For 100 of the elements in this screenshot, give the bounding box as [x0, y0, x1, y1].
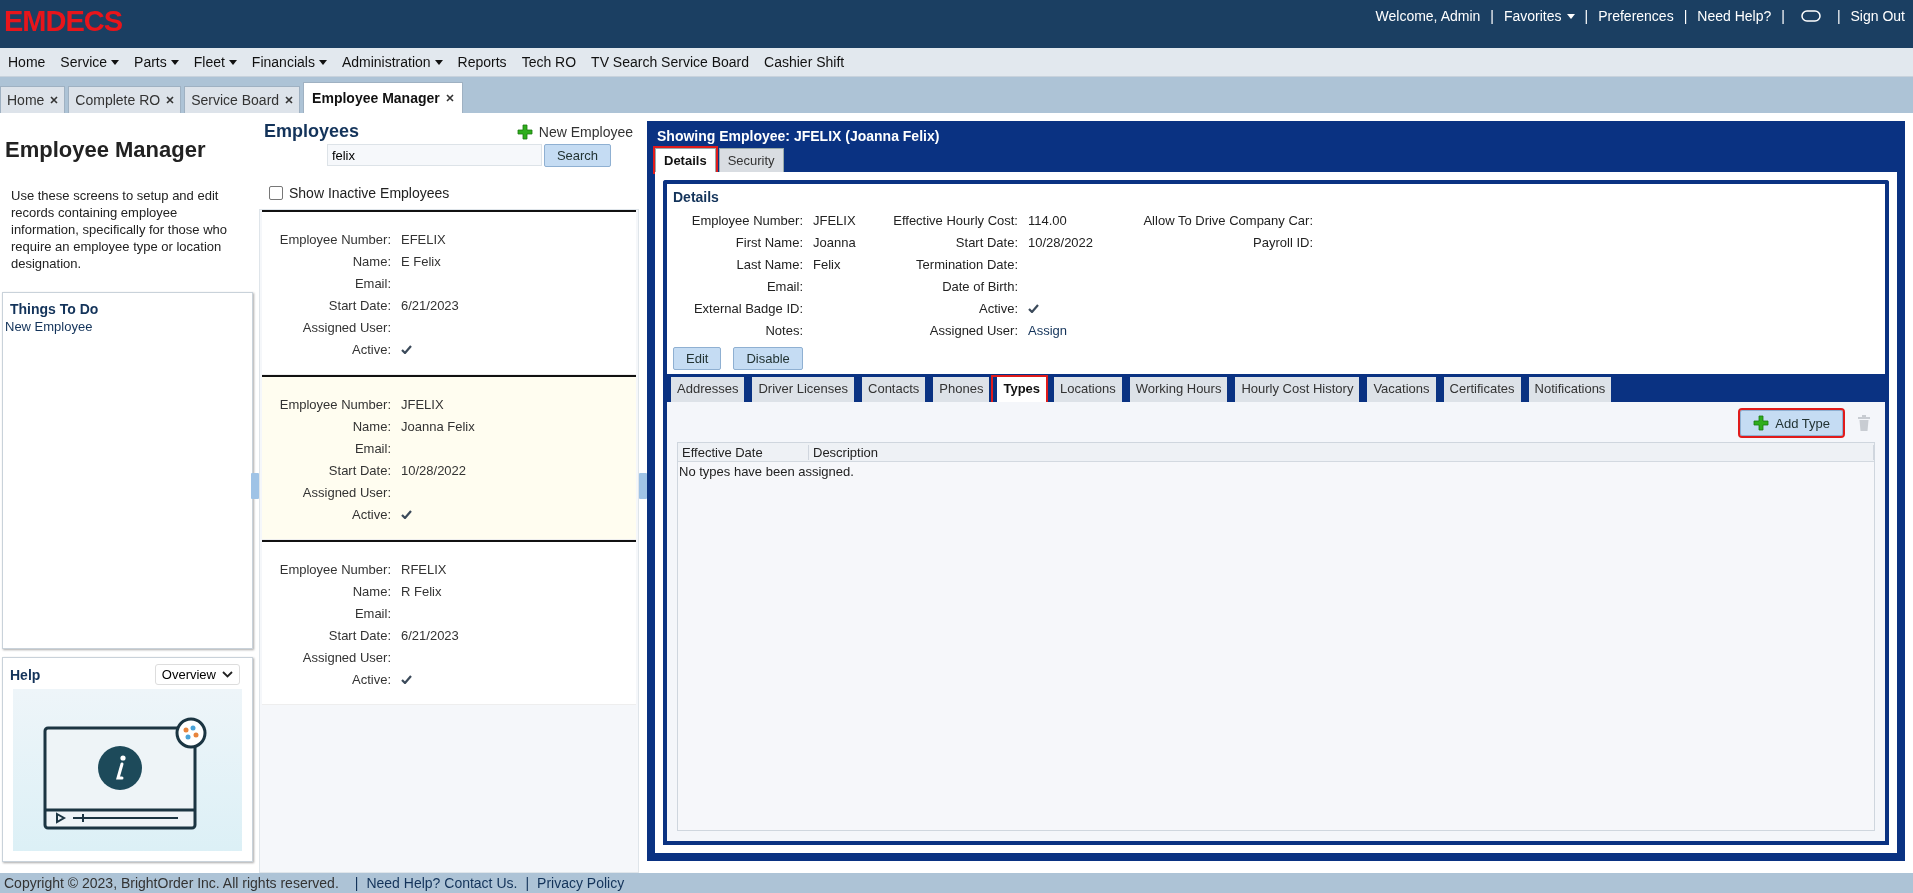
menu-item[interactable]: Service — [60, 54, 120, 70]
todo-link[interactable]: New Employee — [3, 319, 93, 334]
page-tab[interactable]: Employee Manager — [303, 82, 463, 113]
page-tab[interactable]: Complete RO — [68, 86, 182, 113]
separator: | — [1781, 8, 1785, 24]
search-field[interactable]: felix — [326, 144, 542, 166]
page-title: Employee Manager — [4, 137, 207, 163]
field-label: Name: — [351, 253, 392, 269]
column-header[interactable]: Effective Date — [678, 444, 809, 460]
empty-message: No types have been assigned. — [678, 463, 855, 479]
field-label: Start Date: — [327, 297, 392, 313]
field-label: Employee Number: — [278, 561, 392, 577]
checkbox-label: Show Inactive Employees — [289, 185, 450, 201]
field-label: Email: — [353, 440, 392, 456]
field-label: Email: — [353, 275, 392, 291]
field-label: Active: — [351, 341, 392, 357]
separator: | — [1584, 8, 1589, 24]
menu-item[interactable]: Cashier Shift — [764, 54, 845, 70]
field-label: Assigned User: — [301, 649, 392, 665]
field-label: Employee Number: — [278, 396, 392, 412]
field-label: Start Date: — [327, 462, 392, 478]
new-employee-button[interactable]: New Employee — [516, 123, 633, 140]
field-label: Email: — [353, 605, 392, 621]
field-label: Assigned User: — [301, 319, 392, 335]
menu-item[interactable]: Home — [8, 54, 46, 70]
separator: | — [1490, 8, 1494, 24]
field-label: Name: — [351, 418, 392, 434]
field-value: 6/21/2023 — [401, 297, 459, 313]
search-button[interactable]: Search — [543, 144, 612, 167]
page-tab[interactable]: Service Board — [184, 86, 301, 113]
field-value: 6/21/2023 — [401, 627, 459, 643]
header-link[interactable]: Sign Out — [1850, 8, 1905, 24]
field-label: Active: — [978, 300, 1018, 316]
menu-item[interactable]: Financials — [251, 54, 327, 70]
menu-item[interactable]: TV Search Service Board — [591, 54, 750, 70]
field-value: Felix — [813, 256, 841, 272]
field-label: Allow To Drive Company Car: — [1142, 212, 1313, 228]
field-label: Employee Number: — [278, 231, 392, 247]
field-label: Termination Date: — [915, 256, 1018, 272]
tab[interactable]: Details — [655, 148, 716, 172]
menu-item[interactable]: Fleet — [193, 54, 237, 70]
menu-item[interactable]: Reports — [457, 54, 507, 70]
assign-link[interactable]: Assign — [1028, 322, 1068, 338]
field-value: EFELIX — [401, 231, 446, 247]
field-label: Start Date: — [954, 234, 1018, 250]
page-tab[interactable]: Home — [0, 86, 66, 113]
section-title: Employees — [264, 121, 360, 142]
field-label: Email: — [765, 278, 803, 294]
section-title: Details — [673, 188, 720, 207]
page-description: Use these screens to setup and edit records containing employee information, specifically for those who require an employee type or location designation. — [10, 187, 229, 272]
footer-link[interactable]: Need Help? Contact Us. — [366, 875, 518, 891]
field-value: 10/28/2022 — [1028, 234, 1094, 250]
menu-item[interactable]: Parts — [134, 54, 179, 70]
field-label: Assigned User: — [301, 484, 392, 500]
employee-card[interactable]: Employee Number: EFELIX Name: E Felix Email: Start Date: 6/21/2023 Assigned User: Active: — [262, 210, 636, 375]
field-value: E Felix — [401, 253, 441, 269]
field-value: 10/28/2022 — [401, 462, 467, 478]
tab[interactable]: Security — [718, 148, 784, 172]
copyright-text: Copyright © 2023, BrightOrder Inc. All rights reserved. — [4, 875, 339, 891]
panel-title: Things To Do — [9, 300, 100, 319]
help-topic-dropdown[interactable]: Overview — [154, 664, 240, 685]
panel-title: Showing Employee: JFELIX (Joanna Felix) — [656, 127, 941, 146]
field-label: First Name: — [734, 234, 803, 250]
footer-link[interactable]: Privacy Policy — [537, 875, 625, 891]
field-label: Effective Hourly Cost: — [892, 212, 1018, 228]
field-value: Joanna — [813, 234, 856, 250]
favorites-menu[interactable]: Favorites — [1503, 8, 1575, 24]
separator: | — [525, 875, 530, 891]
action-button[interactable]: Edit — [673, 347, 722, 370]
field-label: Employee Number: — [690, 212, 803, 228]
add-type-button[interactable]: Add Type — [1740, 410, 1843, 436]
field-label: Start Date: — [327, 627, 392, 643]
separator: | — [354, 875, 359, 891]
separator: | — [1836, 8, 1841, 24]
column-header[interactable]: Description — [809, 444, 1874, 460]
field-label: Name: — [351, 583, 392, 599]
field-value: 114.00 — [1028, 212, 1067, 228]
field-label: Payroll ID: — [1252, 234, 1313, 250]
field-label: External Badge ID: — [692, 300, 803, 316]
field-value: R Felix — [401, 583, 442, 599]
field-value: JFELIX — [401, 396, 444, 412]
field-value: RFELIX — [401, 561, 447, 577]
menu-item[interactable]: Administration — [341, 54, 443, 70]
separator: | — [1683, 8, 1688, 24]
field-value: JFELIX — [813, 212, 856, 228]
field-label: Assigned User: — [928, 322, 1018, 338]
field-label: Active: — [351, 506, 392, 522]
action-button[interactable]: Disable — [733, 347, 803, 370]
panel-title: Help — [9, 665, 42, 685]
employee-card[interactable]: Employee Number: JFELIX Name: Joanna Felix Email: Start Date: 10/28/2022 Assigned User: Active: — [262, 375, 636, 540]
header-link[interactable]: Need Help? — [1697, 8, 1772, 24]
field-label: Last Name: — [735, 256, 803, 272]
employee-card[interactable]: Employee Number: RFELIX Name: R Felix Email: Start Date: 6/21/2023 Assigned User: Active: — [262, 540, 636, 705]
field-value: Joanna Felix — [401, 418, 475, 434]
field-label: Date of Birth: — [941, 278, 1018, 294]
header-link[interactable]: Preferences — [1598, 8, 1674, 24]
menu-item[interactable]: Tech RO — [521, 54, 577, 70]
field-label: Notes: — [764, 322, 803, 338]
field-label: Active: — [351, 671, 392, 687]
welcome-text: Welcome, Admin — [1375, 8, 1481, 24]
